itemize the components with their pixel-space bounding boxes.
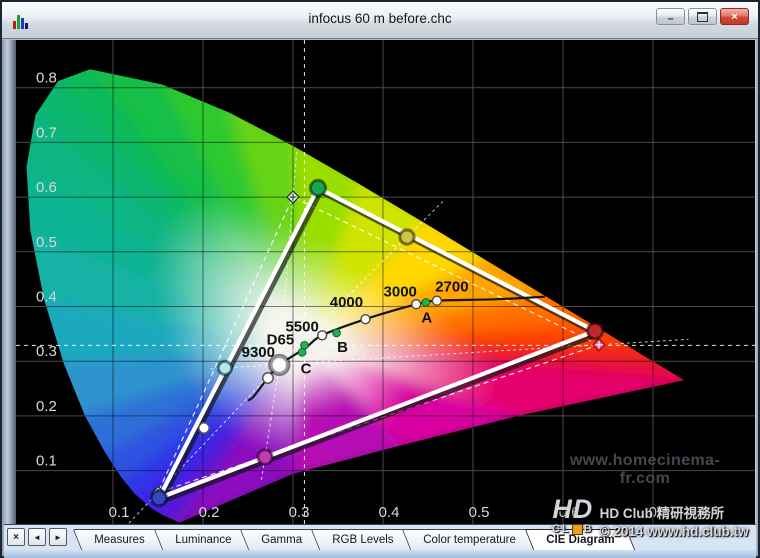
titlebar[interactable]: infocus 60 m before.chc – × bbox=[2, 2, 758, 39]
tabstrip-close-button[interactable]: × bbox=[7, 528, 25, 546]
svg-text:3000: 3000 bbox=[384, 283, 417, 300]
measure-point-1 bbox=[199, 423, 209, 433]
window-controls: – × bbox=[656, 8, 749, 25]
tab-label: CIE Diagram bbox=[546, 534, 614, 546]
svg-text:D65: D65 bbox=[267, 331, 295, 348]
svg-text:0.1: 0.1 bbox=[36, 453, 57, 470]
svg-text:0.7: 0.7 bbox=[649, 504, 670, 521]
minimize-icon: – bbox=[667, 15, 673, 24]
svg-text:0.8: 0.8 bbox=[36, 70, 57, 87]
tab-label: Color temperature bbox=[423, 534, 516, 546]
svg-text:0.6: 0.6 bbox=[559, 504, 580, 521]
tab-measures[interactable]: Measures bbox=[73, 529, 166, 550]
tabstrip-scroll-right-button[interactable]: ► bbox=[49, 528, 67, 546]
measured-magenta-point bbox=[259, 450, 272, 463]
minimize-button[interactable]: – bbox=[656, 8, 685, 25]
window-frame-left bbox=[2, 40, 16, 556]
svg-text:0.2: 0.2 bbox=[36, 398, 57, 415]
svg-text:2700: 2700 bbox=[435, 279, 468, 296]
tab-label: RGB Levels bbox=[332, 534, 393, 546]
svg-text:4000: 4000 bbox=[330, 294, 363, 311]
measured-red-point bbox=[588, 324, 602, 338]
tab-cie-diagram[interactable]: CIE Diagram bbox=[524, 529, 635, 550]
svg-text:0.3: 0.3 bbox=[36, 343, 57, 360]
arrow-right-icon: ► bbox=[54, 533, 62, 542]
measured-blue-point bbox=[152, 491, 166, 505]
close-tabs-icon: × bbox=[13, 532, 19, 543]
svg-text:0.4: 0.4 bbox=[379, 504, 400, 521]
tab-gamma[interactable]: Gamma bbox=[240, 529, 323, 550]
cie-diagram-plot: 0.1 0.2 0.3 0.4 0.5 0.6 0.7 0.8 0.1 0.2 0.3 0.4 0.5 0… bbox=[16, 40, 755, 524]
maximize-button[interactable] bbox=[688, 8, 717, 25]
window-frame-bottom bbox=[4, 550, 756, 558]
restore-icon bbox=[697, 12, 708, 22]
close-button[interactable]: × bbox=[720, 8, 749, 25]
svg-text:0.7: 0.7 bbox=[36, 124, 57, 141]
measured-yellow-point bbox=[401, 231, 414, 244]
svg-text:0.6: 0.6 bbox=[36, 179, 57, 196]
tab-color-temperature[interactable]: Color temperature bbox=[402, 529, 537, 550]
svg-text:0.5: 0.5 bbox=[469, 504, 490, 521]
svg-text:0.5: 0.5 bbox=[36, 234, 57, 251]
tabstrip-scroll-left-button[interactable]: ◄ bbox=[28, 528, 46, 546]
tab-luminance[interactable]: Luminance bbox=[153, 529, 252, 550]
svg-text:A: A bbox=[421, 309, 432, 326]
svg-text:0.3: 0.3 bbox=[289, 504, 310, 521]
tab-label: Luminance bbox=[175, 534, 231, 546]
tab-bar: × ◄ ► Measures Luminance Gamma RGB Levels Co… bbox=[4, 524, 756, 551]
svg-text:0.4: 0.4 bbox=[36, 289, 57, 306]
measured-green-point bbox=[311, 181, 325, 195]
measured-cyan-point bbox=[219, 362, 231, 374]
svg-text:0.1: 0.1 bbox=[109, 504, 130, 521]
close-icon: × bbox=[731, 11, 737, 23]
tab-label: Gamma bbox=[261, 534, 302, 546]
arrow-left-icon: ◄ bbox=[33, 533, 41, 542]
svg-text:B: B bbox=[337, 339, 348, 356]
svg-text:C: C bbox=[301, 360, 312, 377]
measure-point-0 bbox=[263, 373, 273, 383]
app-window: infocus 60 m before.chc – × 0.1 0.2 0.3 0.4… bbox=[0, 0, 760, 558]
tab-label: Measures bbox=[94, 534, 145, 546]
tab-strip: Measures Luminance Gamma RGB Levels Color te… bbox=[77, 529, 627, 550]
tab-rgb-levels[interactable]: RGB Levels bbox=[310, 529, 414, 550]
svg-text:0.2: 0.2 bbox=[199, 504, 220, 521]
window-title: infocus 60 m before.chc bbox=[2, 2, 758, 38]
